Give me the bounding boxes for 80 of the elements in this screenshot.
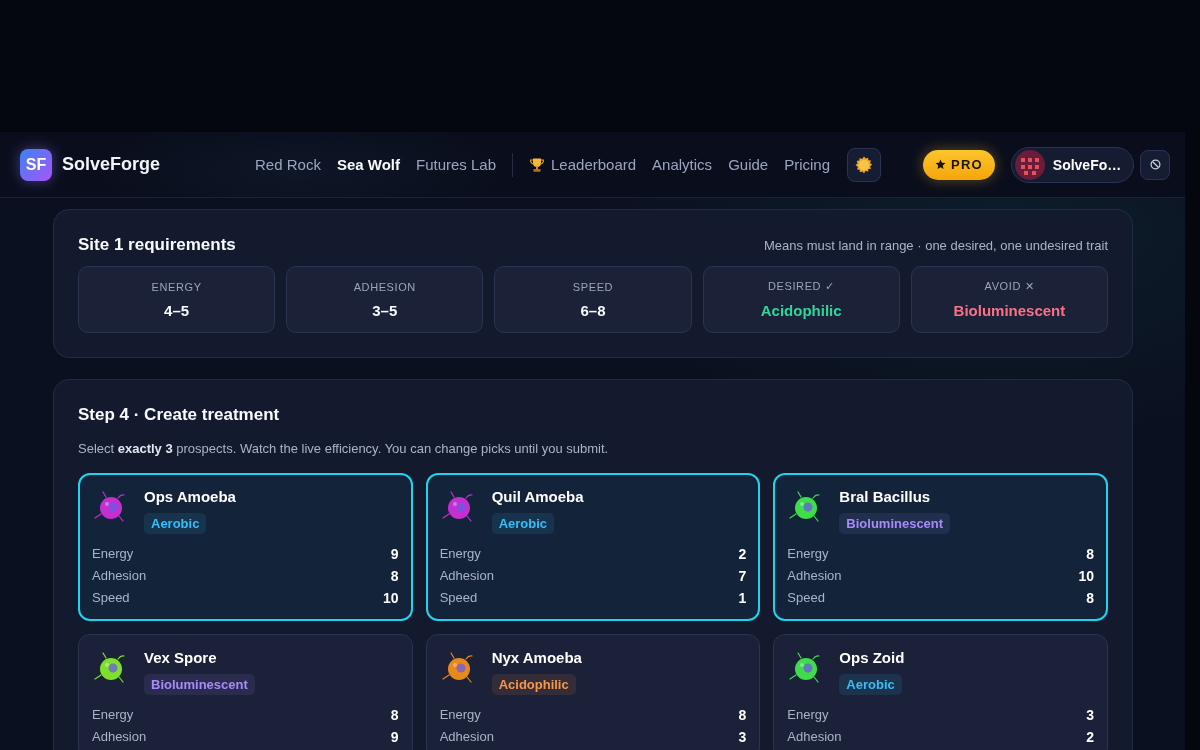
requirement-value: 3–5 <box>372 301 398 319</box>
requirement-label: SPEED <box>572 280 614 293</box>
sun-icon <box>855 155 873 174</box>
prospect-card[interactable]: Bral Bacillus Bioluminescent Energy 8 Adhesion 10 Speed 8 <box>773 473 1108 621</box>
trophy-icon <box>529 156 545 173</box>
nav-link[interactable]: Leaderboard <box>529 156 637 173</box>
stat-value: 8 <box>390 706 399 725</box>
stat-label: Speed <box>92 589 130 607</box>
prospect-name: Ops Zoid <box>839 649 905 667</box>
stat-value: 2 <box>738 545 747 564</box>
requirement-value: 6–8 <box>580 301 606 319</box>
requirement-value: Bioluminescent <box>953 302 1066 319</box>
requirement-value: Acidophilic <box>760 302 842 319</box>
requirement-label: ENERGY <box>151 280 202 293</box>
trait-tag: Bioluminescent <box>144 674 255 695</box>
circle-slash-icon <box>1149 159 1161 170</box>
nav-link[interactable]: Guide <box>728 156 769 173</box>
stat-value: 2 <box>1086 728 1094 747</box>
stat-label: Speed <box>787 589 825 607</box>
status-button[interactable] <box>1140 149 1171 180</box>
prospect-name: Nyx Amoeba <box>491 649 582 667</box>
stat-value: 3 <box>738 728 747 747</box>
requirement-value: 4–5 <box>164 301 190 319</box>
stat-label: Energy <box>787 706 829 724</box>
stat-value: 8 <box>1086 589 1094 608</box>
stat-label: Adhesion <box>92 567 147 585</box>
stat-value: 9 <box>390 545 399 564</box>
requirements-note: Means must land in range · one desired, one undesired trait <box>764 237 1108 253</box>
trait-tag: Aerobic <box>491 513 555 534</box>
brand-name: SolveForge <box>62 154 161 175</box>
stat-value: 9 <box>390 728 399 747</box>
panel-title: Step 4 · Create treatment <box>78 405 280 425</box>
stat-label: Energy <box>787 545 829 563</box>
prospect-name: Vex Spore <box>144 649 218 667</box>
prospect-name: Quil Amoeba <box>491 488 584 506</box>
stat-label: Adhesion <box>92 728 147 746</box>
nav-tab[interactable]: Sea Wolf <box>336 156 400 173</box>
nav-link[interactable]: Pricing <box>784 156 830 173</box>
nav-tab[interactable]: Futures Lab <box>415 156 496 173</box>
prospect-card[interactable]: Ops Zoid Aerobic Energy 3 Adhesion 2 <box>773 634 1108 750</box>
stat-label: Energy <box>439 545 481 563</box>
requirement-label: DESIRED ✓ <box>768 280 835 293</box>
stat-label: Energy <box>92 706 134 724</box>
stat-value: 8 <box>390 567 399 586</box>
brand-logo: SF <box>20 148 52 181</box>
prospect-name: Bral Bacillus <box>839 488 932 506</box>
requirement-label: AVOID ✕ <box>984 280 1035 293</box>
prospect-card[interactable]: Vex Spore Bioluminescent Energy 8 Adhesion 9 <box>78 634 413 750</box>
trait-tag: Aerobic <box>839 674 902 695</box>
trait-tag: Aerobic <box>144 513 207 534</box>
panel-title: Site 1 requirements <box>78 235 236 255</box>
stat-label: Adhesion <box>439 728 494 746</box>
theme-toggle-button[interactable] <box>847 147 881 182</box>
prospect-card[interactable]: Ops Amoeba Aerobic Energy 9 Adhesion 8 Speed 10 <box>78 473 413 621</box>
stat-label: Energy <box>92 545 134 563</box>
stat-value: 3 <box>1086 706 1094 725</box>
stat-label: Energy <box>439 706 481 724</box>
nav-tab[interactable]: Red Rock <box>255 156 321 173</box>
prospect-card[interactable]: Quil Amoeba Aerobic Energy 2 Adhesion 7 Speed 1 <box>425 473 761 621</box>
star-icon <box>935 159 946 170</box>
trait-tag: Bioluminescent <box>839 513 951 534</box>
stat-value: 1 <box>738 589 747 608</box>
prospect-name: Ops Amoeba <box>144 488 236 506</box>
requirement-label: ADHESION <box>353 280 416 293</box>
stat-value: 8 <box>738 706 747 725</box>
stat-value: 7 <box>738 567 747 586</box>
pro-badge[interactable]: PRO <box>923 149 995 180</box>
stat-label: Adhesion <box>787 567 842 585</box>
user-menu-button[interactable]: SolveFo… <box>1010 146 1135 183</box>
stat-value: 8 <box>1086 545 1094 564</box>
stat-value: 10 <box>1078 567 1094 586</box>
stat-label: Adhesion <box>787 728 842 746</box>
nav-link[interactable]: Analytics <box>652 156 713 173</box>
prospect-card[interactable]: Nyx Amoeba Acidophilic Energy 8 Adhesion 3 <box>425 634 761 750</box>
instructions-text: Select exactly 3 prospects. Watch the live efficiency. You can change picks until you submit. <box>78 440 610 458</box>
avatar-icon <box>1014 149 1045 180</box>
stat-label: Speed <box>439 589 478 607</box>
stat-label: Adhesion <box>439 567 494 585</box>
stat-value: 10 <box>383 589 399 608</box>
trait-tag: Acidophilic <box>491 674 576 695</box>
